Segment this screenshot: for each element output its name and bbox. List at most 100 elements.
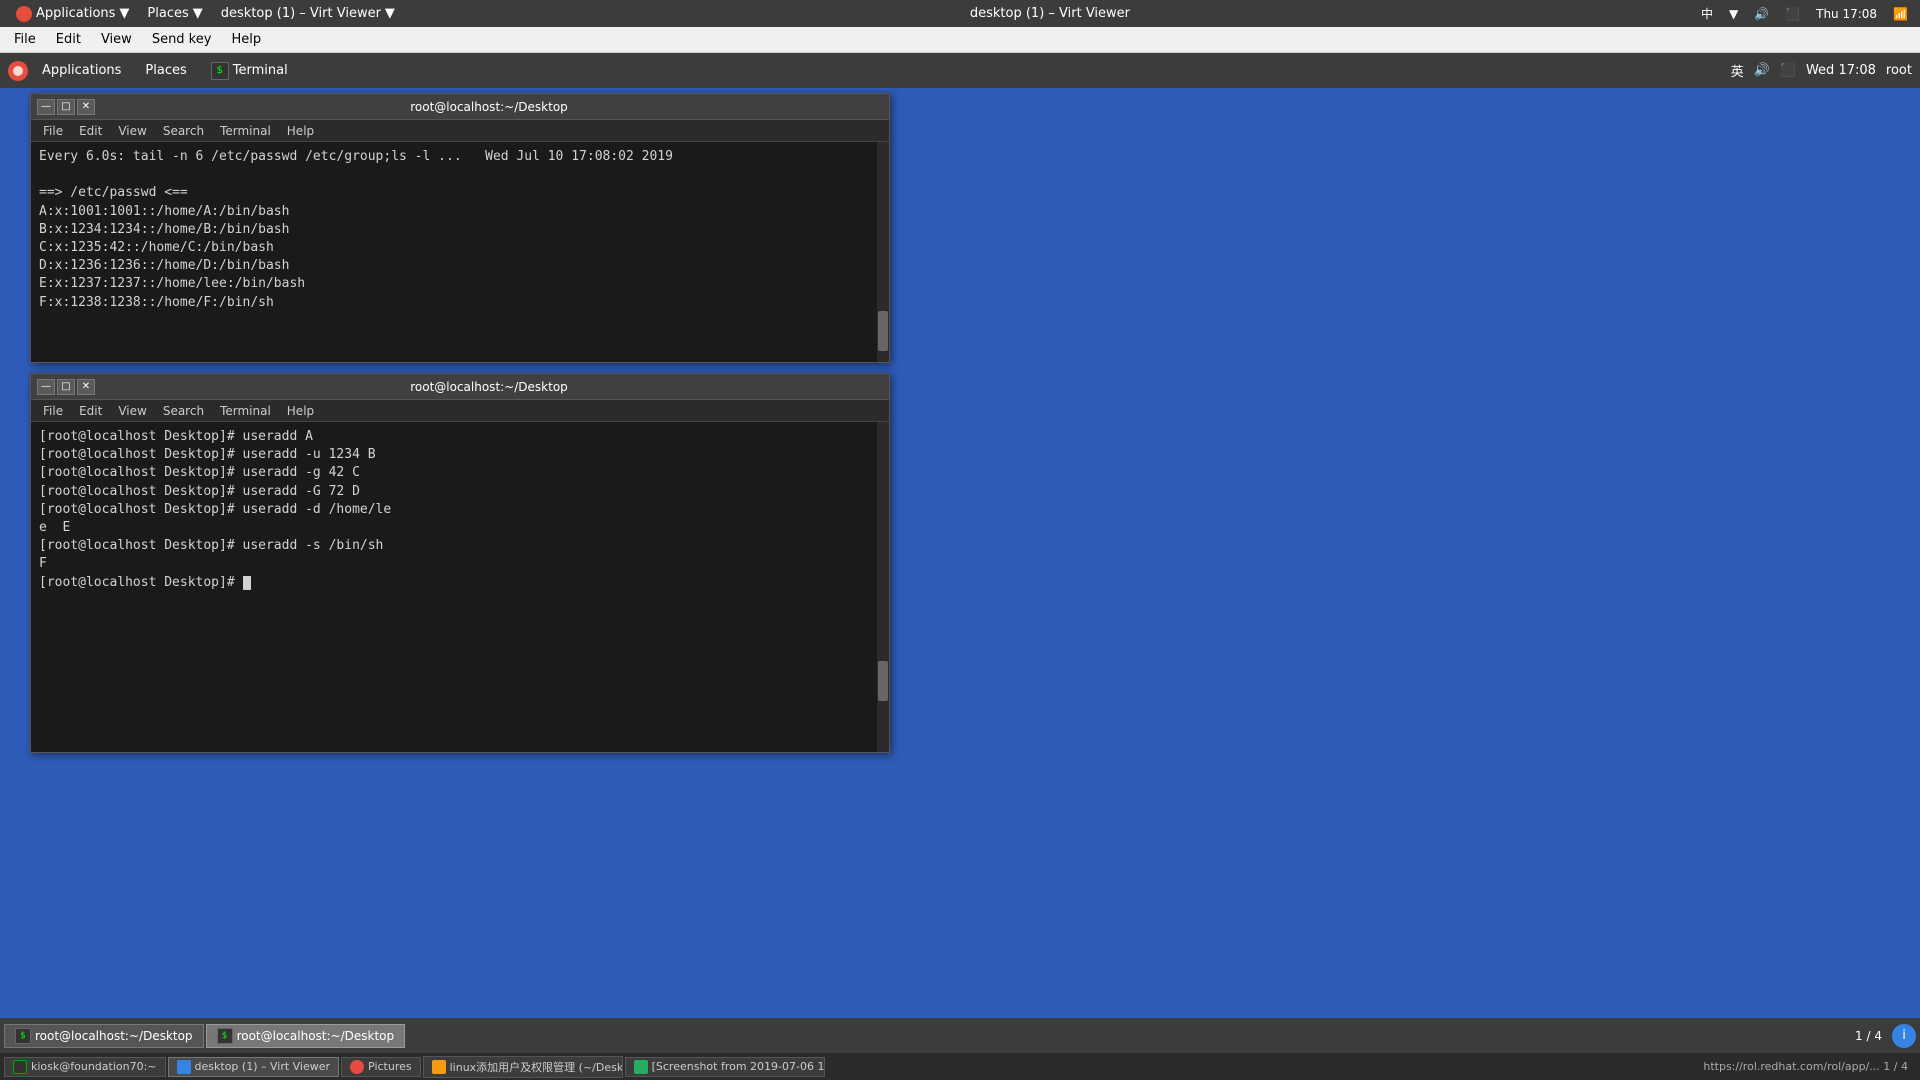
guest-panel-right: 英 🔊 ⬛ Wed 17:08 root <box>1731 61 1912 80</box>
host-audio-icon[interactable]: 🔊 <box>1750 7 1773 21</box>
host-task-viewer-label: desktop (1) – Virt Viewer <box>195 1060 331 1073</box>
terminals-area: — □ ✕ root@localhost:~/Desktop File Edit… <box>0 88 1920 1018</box>
terminal-1-close[interactable]: ✕ <box>77 99 95 115</box>
guest-time: Wed 17:08 <box>1806 63 1876 78</box>
t1-menu-help[interactable]: Help <box>279 123 322 139</box>
host-topbar-right: 中 ▼ 🔊 ⬛ Thu 17:08 📶 <box>1697 5 1912 22</box>
guest-taskbar-info[interactable]: i <box>1892 1024 1916 1048</box>
terminal-2-title: root@localhost:~/Desktop <box>95 380 883 394</box>
host-task-pictures[interactable]: Pictures <box>341 1057 421 1077</box>
guest-user: root <box>1886 63 1912 78</box>
terminal-2-menubar: File Edit View Search Terminal Help <box>31 400 889 422</box>
host-task-terminal-icon <box>13 1060 27 1074</box>
host-places-menu[interactable]: Places ▼ <box>139 4 210 23</box>
terminal-1-text: Every 6.0s: tail -n 6 /etc/passwd /etc/g… <box>39 148 881 312</box>
terminal-1-titlebar[interactable]: — □ ✕ root@localhost:~/Desktop <box>31 94 889 120</box>
terminal-1-scrollbar[interactable] <box>877 142 889 362</box>
host-task-linux[interactable]: linux添加用户及权限管理 (~/Desktop... <box>423 1056 623 1078</box>
terminal-2-titlebar[interactable]: — □ ✕ root@localhost:~/Desktop <box>31 374 889 400</box>
host-active-window-label: desktop (1) – Virt Viewer <box>221 6 381 21</box>
host-time: Thu 17:08 <box>1812 7 1881 21</box>
terminal-window-1: — □ ✕ root@localhost:~/Desktop File Edit… <box>30 93 890 363</box>
t1-menu-edit[interactable]: Edit <box>71 123 110 139</box>
host-taskbar-page: 1 / 4 <box>1883 1060 1908 1073</box>
host-active-window-menu[interactable]: desktop (1) – Virt Viewer ▼ <box>213 4 403 23</box>
t1-menu-search[interactable]: Search <box>155 123 212 139</box>
t2-menu-edit[interactable]: Edit <box>71 403 110 419</box>
guest-applications-menu[interactable]: Applications <box>32 60 131 81</box>
t2-menu-terminal[interactable]: Terminal <box>212 403 279 419</box>
host-task-linux-icon <box>432 1060 446 1074</box>
guest-terminal-button[interactable]: $ Terminal <box>201 59 298 83</box>
guest-display-icon[interactable]: ⬛ <box>1780 63 1796 78</box>
host-applications-menu[interactable]: Applications ▼ <box>8 4 137 24</box>
terminal-2-scrollbar[interactable] <box>877 422 889 752</box>
host-lang-arrow: ▼ <box>1725 7 1742 21</box>
guest-panel-left: Applications Places $ Terminal <box>8 59 298 83</box>
guest-taskbar-item-2[interactable]: $ root@localhost:~/Desktop <box>206 1024 406 1048</box>
terminal-1-menubar: File Edit View Search Terminal Help <box>31 120 889 142</box>
host-app-icon <box>16 6 32 22</box>
guest-taskbar: $ root@localhost:~/Desktop $ root@localh… <box>0 1018 1920 1053</box>
t2-menu-search[interactable]: Search <box>155 403 212 419</box>
terminal-1-controls: — □ ✕ <box>37 99 95 115</box>
guest-audio-icon[interactable]: 🔊 <box>1754 63 1770 78</box>
terminal-2-close[interactable]: ✕ <box>77 379 95 395</box>
terminal-1-scrollbar-thumb[interactable] <box>878 311 888 351</box>
host-task-viewer[interactable]: desktop (1) – Virt Viewer <box>168 1057 340 1077</box>
guest-panel: Applications Places $ Terminal 英 🔊 ⬛ Wed… <box>0 53 1920 88</box>
guest-taskbar-item-1[interactable]: $ root@localhost:~/Desktop <box>4 1024 204 1048</box>
terminal-1-title: root@localhost:~/Desktop <box>95 100 883 114</box>
host-applications-label: Applications <box>36 6 115 21</box>
t1-menu-view[interactable]: View <box>110 123 154 139</box>
host-task-viewer-icon <box>177 1060 191 1074</box>
host-places-label: Places <box>147 6 188 21</box>
guest-taskbar-pager: 1 / 4 <box>1847 1029 1890 1043</box>
host-topbar: Applications ▼ Places ▼ desktop (1) – Vi… <box>0 0 1920 27</box>
terminal-1-maximize[interactable]: □ <box>57 99 75 115</box>
guest-taskbar-label-2: root@localhost:~/Desktop <box>237 1029 395 1043</box>
host-places-arrow: ▼ <box>193 6 203 21</box>
host-taskbar-url: https://rol.redhat.com/rol/app/... <box>1703 1060 1879 1073</box>
virt-menu-file[interactable]: File <box>4 30 46 49</box>
virt-menu-edit[interactable]: Edit <box>46 30 91 49</box>
terminal-2-text: [root@localhost Desktop]# useradd A [roo… <box>39 428 881 592</box>
virt-menubar: File Edit View Send key Help <box>0 27 1920 53</box>
guest-taskbar-icon-2: $ <box>217 1028 233 1044</box>
terminal-2-maximize[interactable]: □ <box>57 379 75 395</box>
virt-menu-sendkey[interactable]: Send key <box>142 30 222 49</box>
host-lang: 中 <box>1697 5 1717 22</box>
virt-menu-view[interactable]: View <box>91 30 142 49</box>
host-task-screenshot[interactable]: [Screenshot from 2019-07-06 1... <box>625 1057 825 1077</box>
t2-menu-view[interactable]: View <box>110 403 154 419</box>
host-active-arrow: ▼ <box>385 6 395 21</box>
terminal-1-minimize[interactable]: — <box>37 99 55 115</box>
host-task-pictures-icon <box>350 1060 364 1074</box>
host-taskbar: kiosk@foundation70:~ desktop (1) – Virt … <box>0 1053 1920 1080</box>
terminal-2-scrollbar-thumb[interactable] <box>878 661 888 701</box>
guest-places-menu[interactable]: Places <box>135 60 196 81</box>
guest-taskbar-label-1: root@localhost:~/Desktop <box>35 1029 193 1043</box>
host-topbar-left: Applications ▼ Places ▼ desktop (1) – Vi… <box>8 4 403 24</box>
virt-menu-help[interactable]: Help <box>221 30 271 49</box>
t1-menu-terminal[interactable]: Terminal <box>212 123 279 139</box>
t2-menu-help[interactable]: Help <box>279 403 322 419</box>
terminal-2-content[interactable]: [root@localhost Desktop]# useradd A [roo… <box>31 422 889 752</box>
gnome-icon <box>8 61 28 81</box>
host-screen-icon[interactable]: ⬛ <box>1781 7 1804 21</box>
t2-menu-file[interactable]: File <box>35 403 71 419</box>
t1-menu-file[interactable]: File <box>35 123 71 139</box>
host-task-pictures-label: Pictures <box>368 1060 412 1073</box>
host-task-terminal-label: kiosk@foundation70:~ <box>31 1060 157 1073</box>
virt-viewer-window: File Edit View Send key Help Application… <box>0 27 1920 1053</box>
terminal-2-controls: — □ ✕ <box>37 379 95 395</box>
host-task-terminal[interactable]: kiosk@foundation70:~ <box>4 1057 166 1077</box>
terminal-window-2: — □ ✕ root@localhost:~/Desktop File Edit… <box>30 373 890 753</box>
guest-area: Applications Places $ Terminal 英 🔊 ⬛ Wed… <box>0 53 1920 1053</box>
host-taskbar-right: https://rol.redhat.com/rol/app/... 1 / 4 <box>1695 1060 1916 1073</box>
terminal-2-minimize[interactable]: — <box>37 379 55 395</box>
terminal-1-content[interactable]: Every 6.0s: tail -n 6 /etc/passwd /etc/g… <box>31 142 889 362</box>
terminal-icon: $ <box>211 62 229 80</box>
host-app-arrow: ▼ <box>119 6 129 21</box>
terminal-cursor <box>243 576 251 590</box>
